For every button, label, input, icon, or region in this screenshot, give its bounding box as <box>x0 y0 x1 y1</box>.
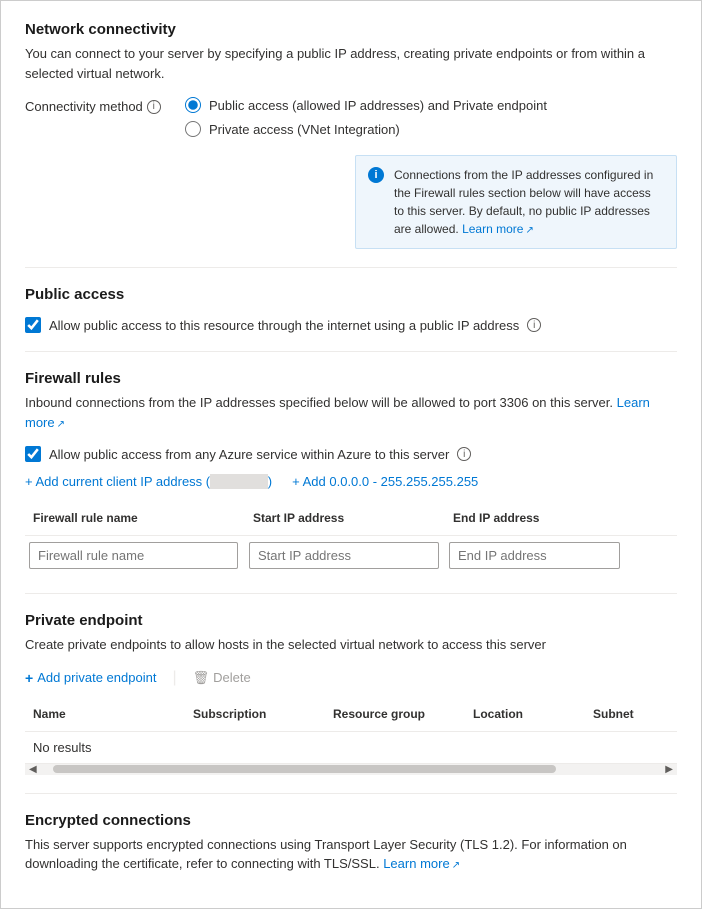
encrypted-learn-more-link[interactable]: Learn more↗ <box>383 856 460 871</box>
add-private-endpoint-button[interactable]: + Add private endpoint <box>25 670 156 686</box>
radio-public-label: Public access (allowed IP addresses) and… <box>209 98 547 113</box>
connectivity-radio-group: Public access (allowed IP addresses) and… <box>185 97 677 249</box>
firewall-quick-links: + Add current client IP address ( ) + Ad… <box>25 474 677 489</box>
private-endpoint-description: Create private endpoints to allow hosts … <box>25 635 677 655</box>
private-endpoint-actions: + Add private endpoint | 🗑 Delete <box>25 669 677 687</box>
scrollbar-track <box>37 765 666 773</box>
radio-public-input[interactable] <box>185 97 201 113</box>
public-access-title: Public access <box>25 286 677 303</box>
delete-button[interactable]: 🗑 Delete <box>193 670 251 686</box>
public-access-label: Allow public access to this resource thr… <box>49 318 519 333</box>
info-box-learn-more-link[interactable]: Learn more↗ <box>462 222 534 236</box>
connectivity-info-box: i Connections from the IP addresses conf… <box>355 155 677 249</box>
azure-service-info-icon[interactable]: i <box>457 447 471 461</box>
network-connectivity-title: Network connectivity <box>25 21 677 38</box>
endpoint-col-resource-group: Resource group <box>325 703 465 725</box>
connectivity-method-info-icon[interactable]: i <box>147 100 161 114</box>
external-link-icon: ↗ <box>525 223 533 238</box>
private-endpoint-title: Private endpoint <box>25 612 677 629</box>
firewall-col-start-ip: Start IP address <box>245 507 445 529</box>
add-icon: + <box>25 670 33 686</box>
azure-service-checkbox[interactable] <box>25 446 41 462</box>
firewall-col-name: Firewall rule name <box>25 507 245 529</box>
info-box-icon: i <box>368 167 384 183</box>
add-range-link[interactable]: + Add 0.0.0.0 - 255.255.255.255 <box>292 474 478 489</box>
radio-private-input[interactable] <box>185 121 201 137</box>
network-connectivity-description: You can connect to your server by specif… <box>25 44 677 83</box>
scrollbar-thumb[interactable] <box>53 765 556 773</box>
firewall-table-row <box>25 536 677 575</box>
divider-2 <box>25 351 677 352</box>
delete-label: Delete <box>213 670 251 685</box>
public-access-info-icon[interactable]: i <box>527 318 541 332</box>
divider-1 <box>25 267 677 268</box>
firewall-external-icon: ↗ <box>57 417 65 432</box>
encrypted-connections-section: Encrypted connections This server suppor… <box>25 812 677 874</box>
encrypted-connections-title: Encrypted connections <box>25 812 677 829</box>
firewall-rule-name-input[interactable] <box>29 542 238 569</box>
info-box-text: Connections from the IP addresses config… <box>394 166 664 238</box>
radio-private-label: Private access (VNet Integration) <box>209 122 400 137</box>
endpoint-no-results: No results <box>25 732 677 763</box>
firewall-rules-section: Firewall rules Inbound connections from … <box>25 370 677 575</box>
horizontal-scrollbar[interactable]: ◀ ▶ <box>25 763 677 775</box>
azure-service-label: Allow public access from any Azure servi… <box>49 447 449 462</box>
firewall-col-end-ip: End IP address <box>445 507 625 529</box>
delete-icon: 🗑 <box>193 670 210 686</box>
endpoint-col-subscription: Subscription <box>185 703 325 725</box>
radio-private-access[interactable]: Private access (VNet Integration) <box>185 121 677 137</box>
firewall-table-header: Firewall rule name Start IP address End … <box>25 501 677 536</box>
connectivity-method-row: Connectivity method i Public access (all… <box>25 97 677 249</box>
firewall-end-ip-input[interactable] <box>449 542 620 569</box>
public-access-section: Public access Allow public access to thi… <box>25 286 677 333</box>
divider-4 <box>25 793 677 794</box>
encrypted-connections-description: This server supports encrypted connectio… <box>25 835 677 874</box>
scroll-right-arrow[interactable]: ▶ <box>665 764 673 775</box>
firewall-rules-title: Firewall rules <box>25 370 677 387</box>
endpoint-col-name: Name <box>25 703 185 725</box>
divider-3 <box>25 593 677 594</box>
endpoint-table-header: Name Subscription Resource group Locatio… <box>25 697 677 732</box>
network-connectivity-section: Network connectivity You can connect to … <box>25 21 677 249</box>
connectivity-method-label: Connectivity method i <box>25 97 185 114</box>
public-access-checkbox-row[interactable]: Allow public access to this resource thr… <box>25 317 677 333</box>
add-client-ip-link[interactable]: + Add current client IP address ( ) <box>25 474 272 489</box>
add-endpoint-label: Add private endpoint <box>37 670 156 685</box>
scroll-left-arrow[interactable]: ◀ <box>29 764 37 775</box>
endpoint-col-location: Location <box>465 703 585 725</box>
azure-service-checkbox-row[interactable]: Allow public access from any Azure servi… <box>25 446 677 462</box>
firewall-rules-description: Inbound connections from the IP addresse… <box>25 393 677 432</box>
public-access-checkbox[interactable] <box>25 317 41 333</box>
firewall-start-ip-input[interactable] <box>249 542 439 569</box>
endpoint-col-subnet: Subnet <box>585 703 685 725</box>
radio-public-access[interactable]: Public access (allowed IP addresses) and… <box>185 97 677 113</box>
private-endpoint-section: Private endpoint Create private endpoint… <box>25 612 677 775</box>
